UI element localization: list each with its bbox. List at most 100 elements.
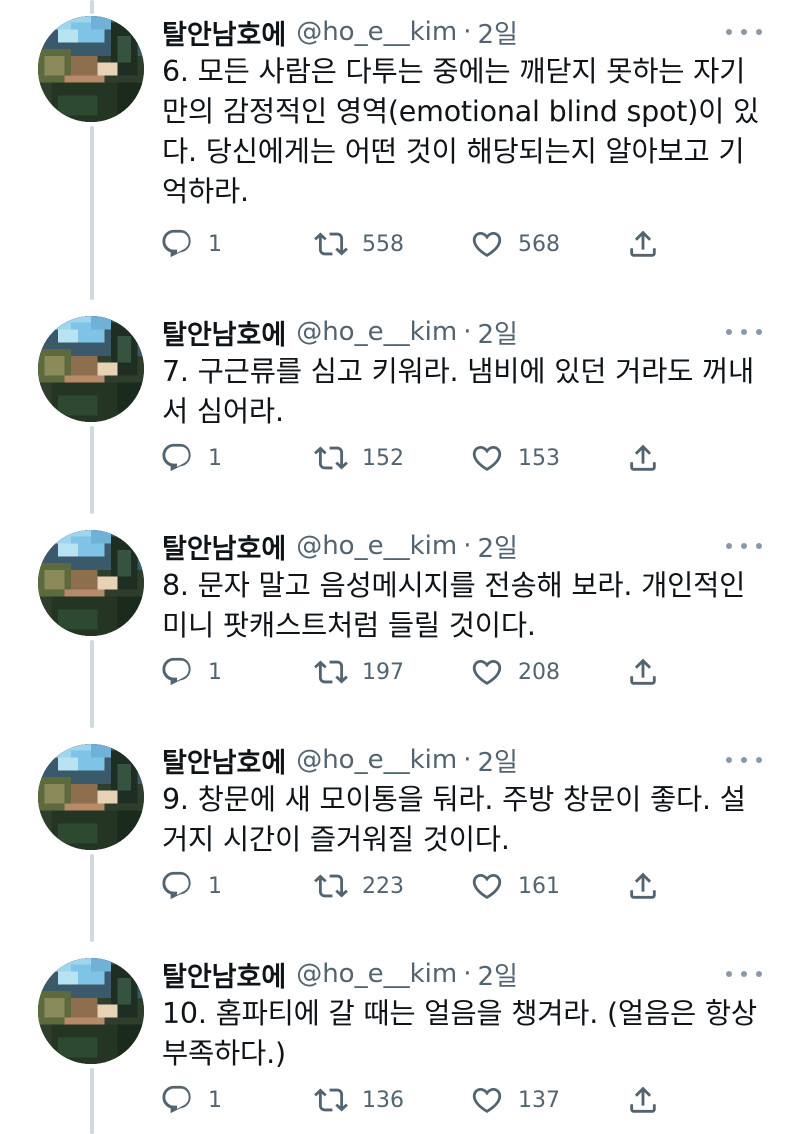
reply-icon — [162, 1085, 191, 1114]
share-icon — [630, 230, 656, 257]
avatar[interactable] — [38, 530, 144, 636]
more-icon[interactable] — [726, 534, 762, 558]
heart-icon — [472, 659, 502, 685]
like-button[interactable]: 161 — [470, 864, 560, 908]
like-button[interactable]: 568 — [470, 222, 560, 266]
more-icon[interactable] — [726, 320, 762, 344]
user-handle[interactable]: @ho_e__kim — [296, 745, 457, 775]
separator-dot: · — [463, 317, 472, 347]
avatar-image — [38, 744, 144, 850]
timestamp[interactable]: 2일 — [477, 742, 517, 779]
more-icon[interactable] — [726, 20, 762, 44]
reply-icon — [162, 657, 191, 686]
tweet-text: 7. 구근류를 심고 키워라. 냄비에 있던 거라도 꺼내 서 심어라. — [162, 355, 755, 428]
retweet-button[interactable]: 152 — [314, 436, 404, 480]
reply-count: 1 — [208, 445, 222, 471]
share-button[interactable] — [626, 222, 660, 266]
avatar-image — [38, 530, 144, 636]
timestamp[interactable]: 2일 — [477, 14, 517, 51]
heart-icon — [472, 445, 502, 471]
share-icon — [630, 658, 656, 685]
heart-icon — [472, 1087, 502, 1113]
share-button[interactable] — [626, 436, 660, 480]
reply-icon — [162, 443, 191, 472]
like-count: 137 — [518, 1087, 560, 1113]
reply-button[interactable]: 1 — [160, 650, 222, 694]
thread-line — [90, 126, 94, 300]
like-count: 161 — [518, 873, 560, 899]
avatar-image — [38, 316, 144, 422]
separator-dot: · — [463, 531, 472, 561]
thread-line — [90, 0, 94, 14]
timestamp[interactable]: 2일 — [477, 528, 517, 565]
timestamp[interactable]: 2일 — [477, 314, 517, 351]
retweet-icon — [314, 660, 348, 684]
tweet[interactable]: 탈안남호에 @ho_e__kim · 2일 8. 문자 말고 음성메시지를 전송… — [0, 514, 800, 728]
tweet[interactable]: 탈안남호에 @ho_e__kim · 2일 10. 홈파티에 갈 때는 얼음을 … — [0, 942, 800, 1134]
more-icon[interactable] — [726, 962, 762, 986]
tweet-header: 탈안남호에 @ho_e__kim · 2일 — [162, 954, 518, 994]
avatar[interactable] — [38, 16, 144, 122]
retweet-button[interactable]: 136 — [314, 1078, 404, 1122]
tweet-text: 9. 창문에 새 모이통을 둬라. 주방 창문이 좋다. 설 거지 시간이 즐거… — [162, 783, 746, 856]
retweet-button[interactable]: 558 — [314, 222, 404, 266]
like-button[interactable]: 153 — [470, 436, 560, 480]
timestamp[interactable]: 2일 — [477, 956, 517, 993]
tweet-header: 탈안남호에 @ho_e__kim · 2일 — [162, 312, 518, 352]
tweet-text: 6. 모든 사람은 다투는 중에는 깨닫지 못하는 자기 만의 감정적인 영역(… — [162, 55, 760, 208]
user-handle[interactable]: @ho_e__kim — [296, 317, 457, 347]
share-icon — [630, 444, 656, 471]
tweet-actions: 1 136 137 — [0, 1078, 800, 1122]
share-button[interactable] — [626, 1078, 660, 1122]
tweet-header: 탈안남호에 @ho_e__kim · 2일 — [162, 12, 518, 52]
retweet-count: 223 — [362, 873, 404, 899]
heart-icon — [472, 231, 502, 257]
display-name[interactable]: 탈안남호에 — [162, 741, 286, 780]
tweet-thread: 탈안남호에 @ho_e__kim · 2일 6. 모든 사람은 다투는 중에는 … — [0, 0, 800, 1134]
reply-button[interactable]: 1 — [160, 222, 222, 266]
display-name[interactable]: 탈안남호에 — [162, 313, 286, 352]
tweet[interactable]: 탈안남호에 @ho_e__kim · 2일 6. 모든 사람은 다투는 중에는 … — [0, 0, 800, 300]
share-button[interactable] — [626, 864, 660, 908]
avatar[interactable] — [38, 744, 144, 850]
tweet[interactable]: 탈안남호에 @ho_e__kim · 2일 7. 구근류를 심고 키워라. 냄비… — [0, 300, 800, 514]
retweet-count: 197 — [362, 659, 404, 685]
user-handle[interactable]: @ho_e__kim — [296, 959, 457, 989]
like-button[interactable]: 137 — [470, 1078, 560, 1122]
user-handle[interactable]: @ho_e__kim — [296, 531, 457, 561]
display-name[interactable]: 탈안남호에 — [162, 13, 286, 52]
tweet-header: 탈안남호에 @ho_e__kim · 2일 — [162, 526, 518, 566]
avatar-image — [38, 958, 144, 1064]
retweet-button[interactable]: 197 — [314, 650, 404, 694]
user-handle[interactable]: @ho_e__kim — [296, 17, 457, 47]
tweet-text: 10. 홈파티에 갈 때는 얼음을 챙겨라. (얼음은 항상 부족하다.) — [162, 997, 757, 1070]
tweet-actions: 1 197 208 — [0, 650, 800, 694]
separator-dot: · — [463, 745, 472, 775]
share-icon — [630, 1086, 656, 1113]
retweet-button[interactable]: 223 — [314, 864, 404, 908]
retweet-icon — [314, 446, 348, 470]
share-button[interactable] — [626, 650, 660, 694]
avatar[interactable] — [38, 958, 144, 1064]
retweet-icon — [314, 874, 348, 898]
reply-button[interactable]: 1 — [160, 436, 222, 480]
like-button[interactable]: 208 — [470, 650, 560, 694]
reply-count: 1 — [208, 873, 222, 899]
display-name[interactable]: 탈안남호에 — [162, 527, 286, 566]
tweet-header: 탈안남호에 @ho_e__kim · 2일 — [162, 740, 518, 780]
heart-icon — [472, 873, 502, 899]
more-icon[interactable] — [726, 748, 762, 772]
separator-dot: · — [463, 17, 472, 47]
display-name[interactable]: 탈안남호에 — [162, 955, 286, 994]
retweet-icon — [314, 1088, 348, 1112]
avatar[interactable] — [38, 316, 144, 422]
separator-dot: · — [463, 959, 472, 989]
like-count: 568 — [518, 231, 560, 257]
tweet[interactable]: 탈안남호에 @ho_e__kim · 2일 9. 창문에 새 모이통을 둬라. … — [0, 728, 800, 942]
reply-button[interactable]: 1 — [160, 864, 222, 908]
tweet-text: 8. 문자 말고 음성메시지를 전송해 보라. 개인적인 미니 팟캐스트처럼 들… — [162, 569, 746, 642]
tweet-actions: 1 558 568 — [0, 222, 800, 266]
reply-button[interactable]: 1 — [160, 1078, 222, 1122]
retweet-count: 136 — [362, 1087, 404, 1113]
reply-icon — [162, 229, 191, 258]
